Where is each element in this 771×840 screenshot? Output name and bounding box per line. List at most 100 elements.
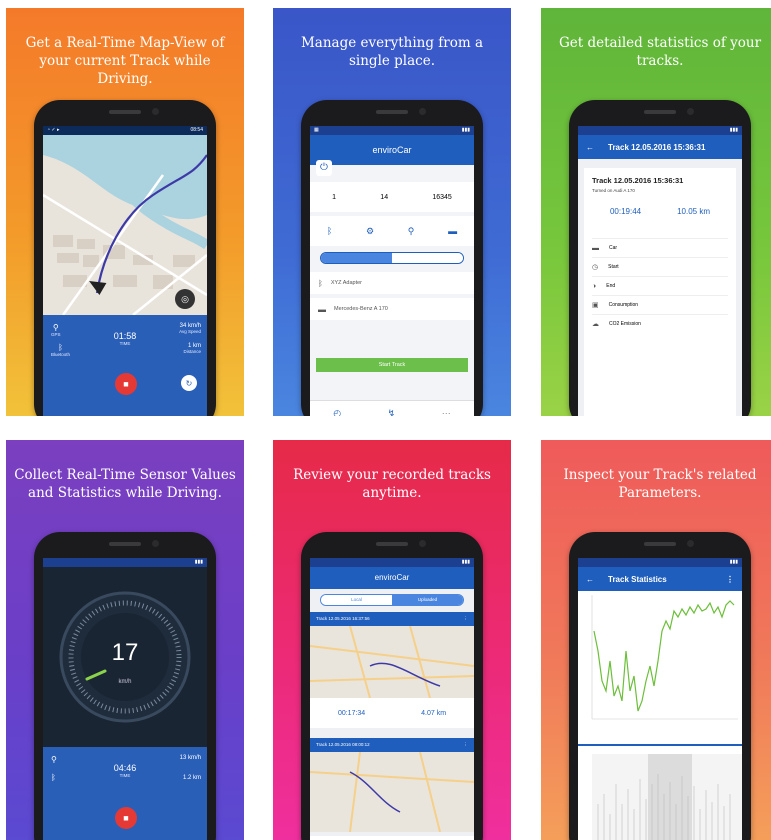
- speed-stat: 13 km/h: [179, 755, 201, 761]
- overview-chart[interactable]: [578, 754, 742, 840]
- back-arrow-icon[interactable]: ←: [586, 143, 594, 152]
- phone-screen: ▮▮▮ enviroCar Local Uploaded Track 12.05…: [310, 558, 474, 840]
- panel-caption: Get a Real-Time Map-View of your current…: [25, 35, 225, 87]
- status-bar: ▦ ▮▮▮: [310, 126, 474, 135]
- panel-dashboard: Manage everything from a single place. ▦…: [273, 8, 511, 416]
- track-card-header[interactable]: Track 12.05.2016 16:37:56 ⋮: [310, 612, 474, 626]
- panel-caption: Inspect your Track's related Parameters.: [563, 467, 757, 501]
- cloud-icon: ☁: [592, 321, 599, 328]
- app-header: enviroCar: [310, 135, 474, 165]
- distance-value: 10.05 km: [677, 207, 710, 216]
- status-bar: ◔ ✓ ▸ 08:54: [43, 126, 207, 135]
- phone-screen: ▮▮▮ 17 km/h ⚲ ᛒ 04:46 TIME 13 km/h 1.2 k…: [43, 558, 207, 840]
- status-bar: ▮▮▮: [578, 558, 742, 567]
- track-map-preview[interactable]: [310, 626, 474, 698]
- details-list: ▬ Car ◷ Start ◑ End ▣ Consumption ☁ CO2 Emiss…: [592, 238, 728, 333]
- bluetooth-icon: ᛒ: [318, 278, 323, 288]
- tab-switch: Local Uploaded: [320, 594, 464, 606]
- tab-local[interactable]: Local: [321, 595, 392, 605]
- bluetooth-icon[interactable]: ᛒ: [327, 226, 332, 236]
- status-bar: ▮▮▮: [310, 558, 474, 567]
- more-nav-icon[interactable]: ⋯: [442, 408, 451, 416]
- status-bar: ▮▮▮: [578, 126, 742, 135]
- more-vert-icon: ⋮: [463, 742, 469, 747]
- time-stat: 04:46 TIME: [113, 763, 137, 778]
- phone-frame: ◔ ✓ ▸ 08:54 ◎ ⚲ GPS ᛒ Bluetooth 01:58 TI…: [34, 100, 216, 416]
- dashboard-nav-icon[interactable]: ◴: [333, 408, 341, 416]
- time-stat: 01:58 TIME: [113, 331, 137, 346]
- power-icon[interactable]: ⏻: [316, 160, 332, 176]
- status-bar: ▮▮▮: [43, 558, 207, 567]
- stop-track-button[interactable]: ■: [115, 807, 137, 829]
- mode-toggle[interactable]: [320, 252, 464, 264]
- speed-line-chart[interactable]: [578, 591, 742, 741]
- app-bar: ← Track 12.05.2016 15:36:31: [578, 135, 742, 159]
- tracks-nav-icon[interactable]: ↯: [388, 408, 396, 416]
- driving-stats-panel: ⚲ ᛒ 04:46 TIME 13 km/h 1.2 km ■: [43, 747, 207, 840]
- car-icon: ▬: [592, 244, 599, 252]
- bottom-nav: ◴ ↯ ⋯: [310, 400, 474, 416]
- panel-track-list: Review your recorded tracks anytime. ▮▮▮…: [273, 440, 511, 840]
- detail-row: ◑ End: [592, 276, 728, 295]
- phone-screen: ◔ ✓ ▸ 08:54 ◎ ⚲ GPS ᛒ Bluetooth 01:58 TI…: [43, 126, 207, 416]
- stat-tracks: 1: [332, 193, 337, 201]
- panel-caption: Collect Real-Time Sensor Values and Stat…: [14, 467, 236, 501]
- bluetooth-icon: ᛒ: [51, 773, 56, 782]
- phone-screen: ▮▮▮ ← Track Statistics ⋮: [578, 558, 742, 840]
- back-arrow-icon[interactable]: ←: [586, 575, 594, 584]
- duration-value: 00:19:44: [609, 207, 642, 216]
- location-pin-icon: ⚲: [52, 323, 59, 332]
- phone-screen: ▮▮▮ ← Track 12.05.2016 15:36:31 Track 12…: [578, 126, 742, 416]
- stat-distance: 14: [380, 193, 389, 201]
- map-view[interactable]: ◎: [43, 135, 207, 315]
- fuel-icon: ▣: [592, 302, 599, 309]
- device-icons-row: ᛒ ⚙ ⚲ ▬: [310, 216, 474, 246]
- location-pin-icon: ⚲: [51, 755, 57, 764]
- tab-uploaded[interactable]: Uploaded: [392, 595, 463, 605]
- phone-frame: ▮▮▮ enviroCar Local Uploaded Track 12.05…: [301, 532, 483, 840]
- car-row[interactable]: ▬ Mercedes-Benz A 170: [310, 298, 474, 320]
- stat-duration: 16345: [432, 193, 452, 201]
- speedometer-view: 17 km/h: [43, 567, 207, 747]
- phone-frame: ▮▮▮ ← Track Statistics ⋮: [569, 532, 751, 840]
- screenshot-grid: Get a Real-Time Map-View of your current…: [0, 0, 771, 840]
- track-card-header[interactable]: Track 12.05.2016 08:00:12 ⋮: [310, 738, 474, 752]
- stats-row: 1 14 16345: [310, 182, 474, 212]
- panel-speedometer: Collect Real-Time Sensor Values and Stat…: [6, 440, 244, 840]
- speed-unit: km/h: [118, 679, 132, 685]
- app-header: enviroCar: [310, 567, 474, 589]
- distance-stat: 1 km Distance: [183, 343, 201, 354]
- bottom-nav: ◴ ↯ ⋯: [310, 836, 474, 840]
- switch-view-button[interactable]: ↻: [181, 375, 197, 391]
- detail-row: ☁ CO2 Emission: [592, 314, 728, 333]
- track-map-preview[interactable]: [310, 752, 474, 832]
- gps-status: ⚲ GPS: [51, 323, 61, 337]
- start-track-button[interactable]: Start Track: [316, 358, 468, 372]
- gear-icon[interactable]: ⚙: [366, 226, 374, 237]
- panel-track-details: Get detailed statistics of your tracks. …: [541, 8, 771, 416]
- flag-icon: ◑: [592, 282, 597, 290]
- track-card: Track 12.05.2016 15:36:31 Turned on Audi…: [584, 168, 736, 416]
- phone-frame: ▮▮▮ 17 km/h ⚲ ᛒ 04:46 TIME 13 km/h 1.2 k…: [34, 532, 216, 840]
- phone-frame: ▮▮▮ ← Track 12.05.2016 15:36:31 Track 12…: [569, 100, 751, 416]
- phone-frame: ▦ ▮▮▮ enviroCar ⏻ 1 14 16345 ᛒ ⚙ ⚲ ▬ ᛒ X…: [301, 100, 483, 416]
- detail-row: ▣ Consumption: [592, 295, 728, 314]
- distance-stat: 1.2 km: [182, 775, 201, 781]
- track-subtitle: Turned on Audi A 170: [592, 188, 635, 193]
- driving-stats-panel: ⚲ GPS ᛒ Bluetooth 01:58 TIME 34 km/h Avg…: [43, 315, 207, 416]
- track-title: Track 12.05.2016 15:36:31: [592, 176, 684, 185]
- stop-track-button[interactable]: ■: [115, 373, 137, 395]
- panel-track-statistics: Inspect your Track's related Parameters.…: [541, 440, 771, 840]
- detail-row: ▬ Car: [592, 238, 728, 257]
- car-icon: ▬: [318, 304, 326, 314]
- car-icon[interactable]: ▬: [448, 226, 457, 236]
- location-pin-icon[interactable]: ⚲: [408, 226, 415, 237]
- more-vert-icon[interactable]: ⋮: [726, 575, 734, 584]
- panel-caption: Manage everything from a single place.: [300, 35, 483, 69]
- clock-icon: ◷: [592, 264, 599, 271]
- obd-device-row[interactable]: ᛒ XYZ Adapter: [310, 272, 474, 294]
- duration-value: 00:17:34: [337, 709, 366, 717]
- locate-button[interactable]: ◎: [175, 289, 195, 309]
- speed-value: 17: [111, 639, 139, 666]
- phone-screen: ▦ ▮▮▮ enviroCar ⏻ 1 14 16345 ᛒ ⚙ ⚲ ▬ ᛒ X…: [310, 126, 474, 416]
